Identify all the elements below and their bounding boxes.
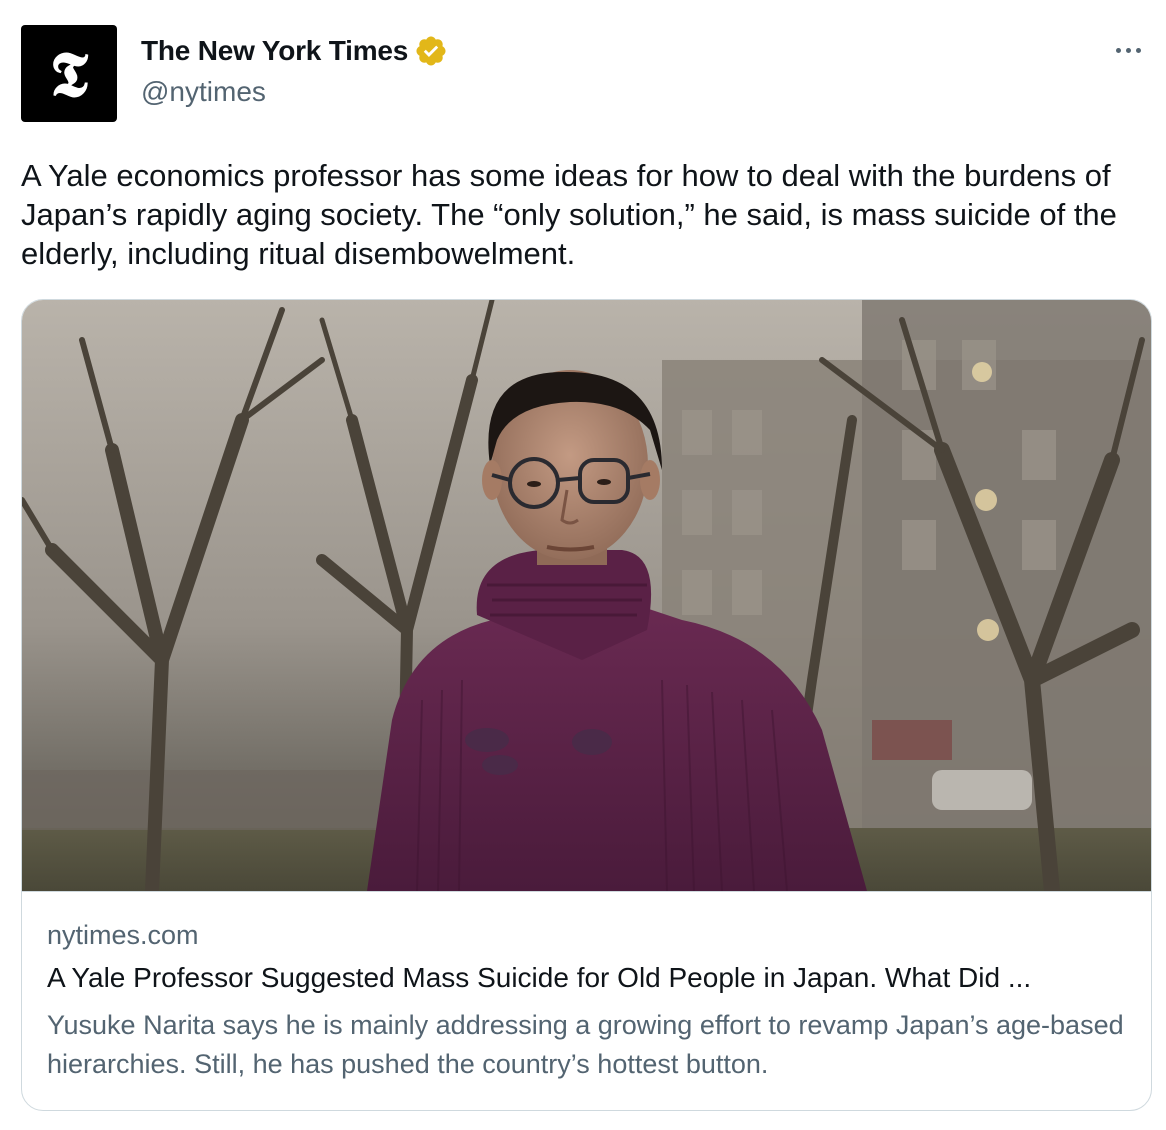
card-domain: nytimes.com [47,920,199,950]
verified-badge-icon [416,36,446,66]
card-title[interactable]: A Yale Professor Suggested Mass Suicide … [47,962,1137,994]
author-name-row: The New York Times [141,34,448,68]
author-handle[interactable]: @nytimes [141,76,266,108]
dot-icon [1115,47,1121,53]
display-name[interactable]: The New York Times [141,35,408,67]
dot-icon [1135,47,1141,53]
nyt-logo: 𝕿 [49,37,89,111]
more-options-button[interactable] [1108,35,1148,65]
avatar[interactable]: 𝕿 [21,25,117,122]
dot-icon [1125,47,1131,53]
article-photo [22,300,1151,891]
card-divider [22,891,1151,892]
card-description: Yusuke Narita says he is mainly addressi… [47,1010,1124,1079]
tweet-text: A Yale economics professor has some idea… [21,158,1117,271]
